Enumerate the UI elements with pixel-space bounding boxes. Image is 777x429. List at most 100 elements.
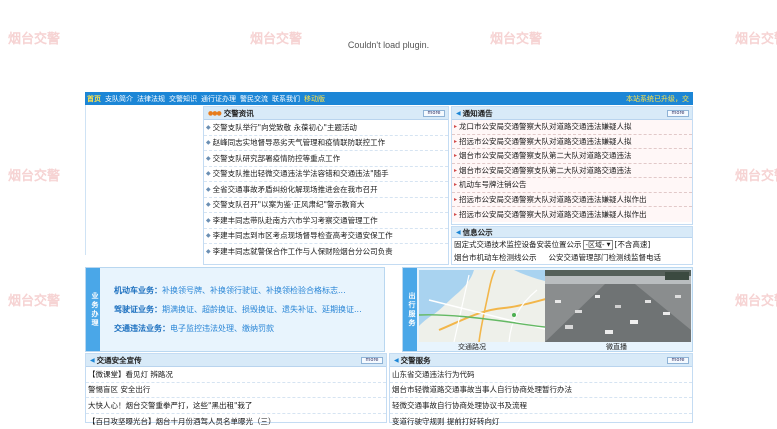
arrow-icon: ▸ xyxy=(454,138,457,145)
business-tab: 业务办理 xyxy=(86,268,100,351)
nav-laws[interactable]: 法律法规 xyxy=(137,94,165,104)
license-business-link[interactable]: 驾驶证业务：期满换证、超龄换证、损毁换证、遗失补证、延期换证... xyxy=(114,304,362,315)
vehicle-business-link[interactable]: 机动车业务：补换领号牌、补换领行驶证、补换领检验合格标志... xyxy=(114,285,346,296)
list-item[interactable]: 山东省交通违法行为代码 xyxy=(390,367,692,383)
supervision-phone-link[interactable]: 公安交通管理部门检测线监督电话 xyxy=(549,252,662,263)
notice-item[interactable]: ▸龙口市公安局交通警察大队对道路交通违法嫌疑人拟 xyxy=(452,120,692,135)
notice-item[interactable]: ▸烟台市公安局交通警察支队第二大队对道路交通违法 xyxy=(452,149,692,164)
more-button[interactable]: more xyxy=(361,357,383,364)
plugin-error-message: Couldn't load plugin. xyxy=(0,40,777,50)
safety-panel: ◀ 交通安全宣传 more 【微课堂】看见灯 辨路况 警惕盲区 安全出行 大快人… xyxy=(85,353,387,423)
nav-pass[interactable]: 通行证办理 xyxy=(201,94,236,104)
list-item[interactable]: ◆全省交通事故矛盾纠纷化解现场推进会在我市召开 xyxy=(204,182,448,198)
live-camera-caption[interactable]: 微直播 xyxy=(606,342,627,352)
panel-header: ◀ 通知通告 more xyxy=(452,107,692,120)
bullet-icon: ◆ xyxy=(206,155,211,162)
violation-business-link[interactable]: 交通违法业务：电子监控违法处理、缴纳罚款 xyxy=(114,323,274,334)
list-item[interactable]: ◆交警支队研究部署疫情防控等重点工作 xyxy=(204,151,448,167)
panel-title: 交通安全宣传 xyxy=(97,355,142,366)
list-item[interactable]: ◆交警支队召开"以案为鉴·正风肃纪"警示教育大 xyxy=(204,198,448,214)
dots-icon: ◀ xyxy=(394,357,398,364)
list-item[interactable]: 【微课堂】看见灯 辨路况 xyxy=(86,367,386,383)
bullet-icon: ◆ xyxy=(206,232,211,239)
region-select[interactable]: -区域- ▼ xyxy=(583,240,614,250)
inspection-line-link[interactable]: 烟台市机动车检测线公示 xyxy=(454,252,537,263)
bullet-icon: ◆ xyxy=(206,201,211,208)
more-button[interactable]: more xyxy=(667,357,689,364)
nav-contact[interactable]: 联系我们 xyxy=(272,94,300,104)
camera-image xyxy=(545,270,691,342)
business-box: 业务办理 机动车业务：补换领号牌、补换领行驶证、补换领检验合格标志... 驾驶证… xyxy=(85,267,385,352)
panel-header: ◀ 交通安全宣传 more xyxy=(86,354,386,367)
list-item[interactable]: 大快人心！烟台交警重拳严打，这些"黑出租"栽了 xyxy=(86,398,386,414)
top-nav: 首页 支队简介 法律法规 交警知识 通行证办理 警民交流 联系我们 移动版 本站… xyxy=(85,92,693,105)
arrow-icon: ▸ xyxy=(454,196,457,203)
dots-icon: ●●● xyxy=(208,110,221,117)
service-panel: ◀ 交警服务 more 山东省交通违法行为代码 烟台市轻微道路交通事故当事人自行… xyxy=(389,353,693,423)
bullet-icon: ◆ xyxy=(206,139,211,146)
watermark: 烟台交警 xyxy=(8,290,60,309)
chevron-down-icon: ▼ xyxy=(607,242,611,248)
traffic-news-panel: ●●● 交警资讯 more ◆交警支队举行"向党致敬 永葆初心"主题活动 ◆赵峰… xyxy=(203,106,449,265)
nav-about[interactable]: 支队简介 xyxy=(105,94,133,104)
page-frame: 首页 支队简介 法律法规 交警知识 通行证办理 警民交流 联系我们 移动版 本站… xyxy=(85,92,693,423)
list-item[interactable]: 警惕盲区 安全出行 xyxy=(86,383,386,399)
notice-item[interactable]: ▸招远市公安局交通警察大队对道路交通违法嫌疑人拟 xyxy=(452,135,692,150)
map-image xyxy=(419,270,559,342)
nav-home[interactable]: 首页 xyxy=(87,94,101,104)
panel-header: ●●● 交警资讯 more xyxy=(204,107,448,120)
left-column xyxy=(85,105,202,255)
list-item[interactable]: ◆交警支队举行"向党致敬 永葆初心"主题活动 xyxy=(204,120,448,136)
notice-item[interactable]: ▸招远市公安局交通警察大队对道路交通违法嫌疑人拟作出 xyxy=(452,207,692,222)
list-item[interactable]: ◆交警支队推出轻微交通违法学法容错和交通违法"随手 xyxy=(204,167,448,183)
notice-item[interactable]: ▸机动车号牌注销公告 xyxy=(452,178,692,193)
traffic-map-thumbnail[interactable] xyxy=(419,270,559,342)
list-item[interactable]: 轻微交通事故自行协商处理协议书及流程 xyxy=(390,398,692,414)
list-item[interactable]: 【百日攻坚曝光台】烟台十月份酒驾人员名单曝光（三） xyxy=(86,414,386,429)
arrow-icon: ▸ xyxy=(454,123,457,130)
arrow-icon: ▸ xyxy=(454,167,457,174)
more-button[interactable]: more xyxy=(667,110,689,117)
notice-item[interactable]: ▸烟台市公安局交通警察支队第二大队对道路交通违法 xyxy=(452,164,692,179)
watermark: 烟台交警 xyxy=(8,165,60,184)
bullet-icon: ◆ xyxy=(206,170,211,177)
list-item[interactable]: ◆李建丰同志就警保合作工作与人保财险烟台分公司负责 xyxy=(204,244,448,260)
panel-header: ◀ 交警服务 more xyxy=(390,354,692,367)
nav-knowledge[interactable]: 交警知识 xyxy=(169,94,197,104)
dots-icon: ◀ xyxy=(90,357,94,364)
arrow-icon: ▸ xyxy=(454,152,457,159)
arrow-icon: ▸ xyxy=(454,181,457,188)
no-highway-label: [不含高速] xyxy=(614,239,650,250)
panel-title: 交警服务 xyxy=(401,355,431,366)
more-button[interactable]: more xyxy=(423,110,445,117)
nav-status-marquee: 本站系统已升级，交 xyxy=(626,94,689,104)
bullet-icon: ◆ xyxy=(206,186,211,193)
nav-exchange[interactable]: 警民交流 xyxy=(240,94,268,104)
list-item[interactable]: ◆赵峰同志实地督导恶劣天气管理和疫情联防联控工作 xyxy=(204,136,448,152)
arrow-icon: ▸ xyxy=(454,211,457,218)
travel-tab: 出行服务 xyxy=(403,268,417,351)
panel-title: 通知通告 xyxy=(463,108,493,119)
list-item[interactable]: ◆李建丰同志带队赴南方六市学习考察交通管理工作 xyxy=(204,213,448,229)
list-item[interactable]: 烟台市轻微道路交通事故当事人自行协商处理暂行办法 xyxy=(390,383,692,399)
bullet-icon: ◆ xyxy=(206,248,211,255)
nav-mobile[interactable]: 移动版 xyxy=(304,94,325,104)
live-camera-thumbnail[interactable] xyxy=(545,270,691,342)
list-item[interactable]: ◆李建丰同志到市区考点现场督导检查高考交通安保工作 xyxy=(204,229,448,245)
info-icon: ◀ xyxy=(456,229,460,236)
traffic-map-caption[interactable]: 交通路况 xyxy=(458,342,486,352)
travel-service-box: 出行服务 交通路况 xyxy=(402,267,693,352)
notice-item[interactable]: ▸招远市公安局交通警察大队对道路交通违法嫌疑人拟作出 xyxy=(452,193,692,208)
panel-title: 交警资讯 xyxy=(224,108,254,119)
list-item[interactable]: 变道行驶守规则 提前打好转向灯 xyxy=(390,414,692,429)
bullet-icon: ◆ xyxy=(206,217,211,224)
info-panel: ◀ 信息公示 固定式交通技术监控设备安装位置公示 -区域- ▼ [不含高速] 烟… xyxy=(451,226,693,265)
panel-title: 信息公示 xyxy=(463,227,493,238)
watermark: 烟台交警 xyxy=(735,165,777,184)
panel-header: ◀ 信息公示 xyxy=(452,227,692,238)
notice-panel: ◀ 通知通告 more ▸龙口市公安局交通警察大队对道路交通违法嫌疑人拟 ▸招远… xyxy=(451,106,693,225)
watermark: 烟台交警 xyxy=(735,290,777,309)
bullet-icon: ◆ xyxy=(206,124,211,131)
megaphone-icon: ◀ xyxy=(456,110,460,117)
camera-location-link[interactable]: 固定式交通技术监控设备安装位置公示 xyxy=(454,239,582,250)
